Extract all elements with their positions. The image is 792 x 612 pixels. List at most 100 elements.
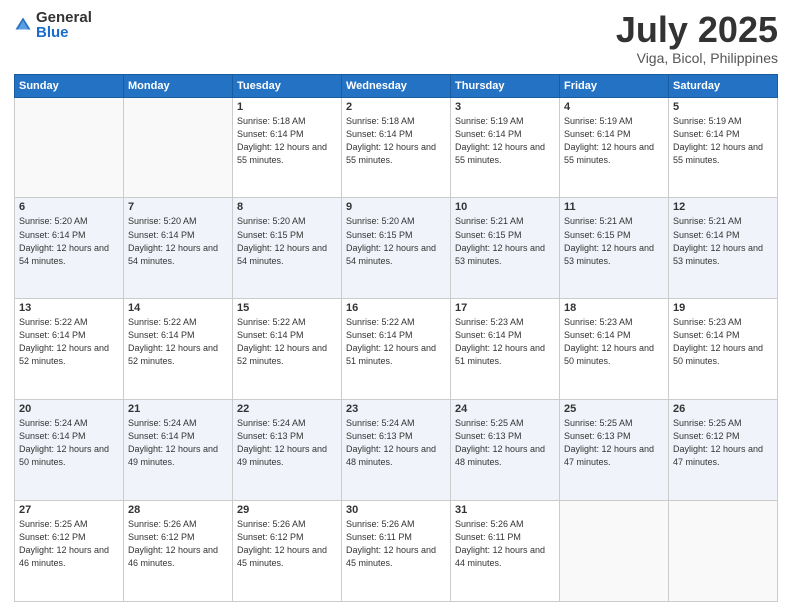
calendar-day-cell: 1Sunrise: 5:18 AM Sunset: 6:14 PM Daylig… <box>233 97 342 198</box>
page: General Blue July 2025 Viga, Bicol, Phil… <box>0 0 792 612</box>
calendar-day-cell <box>669 501 778 602</box>
day-number: 22 <box>237 403 337 415</box>
day-info: Sunrise: 5:19 AM Sunset: 6:14 PM Dayligh… <box>564 115 664 167</box>
day-number: 9 <box>346 201 446 213</box>
day-number: 25 <box>564 403 664 415</box>
calendar-day-cell: 2 Sunrise: 5:18 AM Sunset: 6:14 PM Daylig… <box>342 97 451 198</box>
day-number: 5 <box>673 101 773 113</box>
day-number: 15 <box>237 302 337 314</box>
calendar-day-cell: 23Sunrise: 5:24 AM Sunset: 6:13 PM Dayli… <box>342 400 451 501</box>
weekday-header-monday: Monday <box>124 74 233 97</box>
calendar-day-cell: 28Sunrise: 5:26 AM Sunset: 6:12 PM Dayli… <box>124 501 233 602</box>
weekday-header-thursday: Thursday <box>451 74 560 97</box>
calendar-day-cell: 10 Sunrise: 5:21 AM Sunset: 6:15 PM Dayli… <box>451 198 560 299</box>
day-number: 27 <box>19 504 119 516</box>
day-number: 6 <box>19 201 119 213</box>
day-number: 17 <box>455 302 555 314</box>
day-info: Sunrise: 5:19 AM Sunset: 6:14 PM Dayligh… <box>455 115 555 167</box>
day-info: Sunrise: 5:22 AM Sunset: 6:14 PM Dayligh… <box>19 316 119 368</box>
day-number: 30 <box>346 504 446 516</box>
day-number: 16 <box>346 302 446 314</box>
calendar-day-cell: 3 Sunrise: 5:19 AM Sunset: 6:14 PM Daylig… <box>451 97 560 198</box>
day-number: 23 <box>346 403 446 415</box>
day-info: Sunrise: 5:20 AM Sunset: 6:14 PM Dayligh… <box>128 215 228 267</box>
day-number: 7 <box>128 201 228 213</box>
calendar-day-cell: 31 Sunrise: 5:26 AM Sunset: 6:11 PM Dayli… <box>451 501 560 602</box>
day-info: Sunrise: 5:22 AM Sunset: 6:14 PM Dayligh… <box>237 316 337 368</box>
calendar-day-cell: 30Sunrise: 5:26 AM Sunset: 6:11 PM Dayli… <box>342 501 451 602</box>
calendar-day-cell: 27 Sunrise: 5:25 AM Sunset: 6:12 PM Dayli… <box>15 501 124 602</box>
day-number: 12 <box>673 201 773 213</box>
logo-general: General <box>36 10 92 25</box>
day-info: Sunrise: 5:24 AM Sunset: 6:13 PM Dayligh… <box>237 417 337 469</box>
weekday-header-wednesday: Wednesday <box>342 74 451 97</box>
day-number: 13 <box>19 302 119 314</box>
day-info: Sunrise: 5:23 AM Sunset: 6:14 PM Dayligh… <box>564 316 664 368</box>
calendar-day-cell: 14 Sunrise: 5:22 AM Sunset: 6:14 PM Dayli… <box>124 299 233 400</box>
month-title: July 2025 <box>616 10 778 50</box>
header: General Blue July 2025 Viga, Bicol, Phil… <box>14 10 778 66</box>
weekday-header-sunday: Sunday <box>15 74 124 97</box>
calendar-day-cell: 19 Sunrise: 5:23 AM Sunset: 6:14 PM Dayli… <box>669 299 778 400</box>
day-info: Sunrise: 5:26 AM Sunset: 6:12 PM Dayligh… <box>237 518 337 570</box>
calendar-day-cell: 4 Sunrise: 5:19 AM Sunset: 6:14 PM Daylig… <box>560 97 669 198</box>
logo-icon <box>14 16 32 34</box>
day-info: Sunrise: 5:23 AM Sunset: 6:14 PM Dayligh… <box>673 316 773 368</box>
day-number: 10 <box>455 201 555 213</box>
day-info: Sunrise: 5:18 AM Sunset: 6:14 PM Dayligh… <box>346 115 446 167</box>
day-number: 24 <box>455 403 555 415</box>
day-info: Sunrise: 5:25 AM Sunset: 6:12 PM Dayligh… <box>673 417 773 469</box>
day-number: 26 <box>673 403 773 415</box>
day-info: Sunrise: 5:23 AM Sunset: 6:14 PM Dayligh… <box>455 316 555 368</box>
day-info: Sunrise: 5:26 AM Sunset: 6:11 PM Dayligh… <box>455 518 555 570</box>
calendar-day-cell <box>124 97 233 198</box>
calendar-day-cell: 7 Sunrise: 5:20 AM Sunset: 6:14 PM Daylig… <box>124 198 233 299</box>
calendar-day-cell: 26 Sunrise: 5:25 AM Sunset: 6:12 PM Dayli… <box>669 400 778 501</box>
calendar-day-cell: 6 Sunrise: 5:20 AM Sunset: 6:14 PM Daylig… <box>15 198 124 299</box>
day-number: 14 <box>128 302 228 314</box>
calendar-week-row: 1 Sunrise: 5:18 AM Sunset: 6:14 PM Daylig… <box>15 97 778 198</box>
day-info: Sunrise: 5:21 AM Sunset: 6:15 PM Dayligh… <box>564 215 664 267</box>
day-number: 3 <box>455 101 555 113</box>
title-block: July 2025 Viga, Bicol, Philippines <box>616 10 778 66</box>
logo-text: General Blue <box>36 10 92 40</box>
calendar-day-cell: 22 Sunrise: 5:24 AM Sunset: 6:13 PM Dayli… <box>233 400 342 501</box>
calendar-day-cell: 5 Sunrise: 5:19 AM Sunset: 6:14 PM Daylig… <box>669 97 778 198</box>
day-number: 4 <box>564 101 664 113</box>
calendar-table: SundayMondayTuesdayWednesdayThursdayFrid… <box>14 74 778 602</box>
day-info: Sunrise: 5:25 AM Sunset: 6:13 PM Dayligh… <box>564 417 664 469</box>
day-number: 18 <box>564 302 664 314</box>
day-info: Sunrise: 5:22 AM Sunset: 6:14 PM Dayligh… <box>128 316 228 368</box>
weekday-header-tuesday: Tuesday <box>233 74 342 97</box>
calendar-day-cell: 20Sunrise: 5:24 AM Sunset: 6:14 PM Dayli… <box>15 400 124 501</box>
calendar-day-cell <box>15 97 124 198</box>
day-info: Sunrise: 5:25 AM Sunset: 6:12 PM Dayligh… <box>19 518 119 570</box>
day-info: Sunrise: 5:21 AM Sunset: 6:15 PM Dayligh… <box>455 215 555 267</box>
calendar-week-row: 20 Sunrise: 5:24 AM Sunset: 6:14 PM Dayli… <box>15 400 778 501</box>
calendar-day-cell: 13 Sunrise: 5:22 AM Sunset: 6:14 PM Dayli… <box>15 299 124 400</box>
calendar-day-cell <box>560 501 669 602</box>
day-number: 20 <box>19 403 119 415</box>
day-number: 31 <box>455 504 555 516</box>
calendar-day-cell: 11Sunrise: 5:21 AM Sunset: 6:15 PM Dayli… <box>560 198 669 299</box>
calendar-week-row: 27 Sunrise: 5:25 AM Sunset: 6:12 PM Dayli… <box>15 501 778 602</box>
day-number: 29 <box>237 504 337 516</box>
day-info: Sunrise: 5:20 AM Sunset: 6:15 PM Dayligh… <box>346 215 446 267</box>
day-number: 19 <box>673 302 773 314</box>
day-info: Sunrise: 5:20 AM Sunset: 6:14 PM Dayligh… <box>19 215 119 267</box>
logo-blue: Blue <box>36 25 92 40</box>
day-info: Sunrise: 5:24 AM Sunset: 6:14 PM Dayligh… <box>128 417 228 469</box>
day-info: Sunrise: 5:21 AM Sunset: 6:14 PM Dayligh… <box>673 215 773 267</box>
day-number: 2 <box>346 101 446 113</box>
day-info: Sunrise: 5:20 AM Sunset: 6:15 PM Dayligh… <box>237 215 337 267</box>
day-number: 1 <box>237 101 337 113</box>
calendar-day-cell: 16Sunrise: 5:22 AM Sunset: 6:14 PM Dayli… <box>342 299 451 400</box>
day-info: Sunrise: 5:19 AM Sunset: 6:14 PM Dayligh… <box>673 115 773 167</box>
calendar-day-cell: 18 Sunrise: 5:23 AM Sunset: 6:14 PM Dayli… <box>560 299 669 400</box>
calendar-day-cell: 17 Sunrise: 5:23 AM Sunset: 6:14 PM Dayli… <box>451 299 560 400</box>
weekday-header-friday: Friday <box>560 74 669 97</box>
day-number: 8 <box>237 201 337 213</box>
calendar-week-row: 6 Sunrise: 5:20 AM Sunset: 6:14 PM Daylig… <box>15 198 778 299</box>
logo: General Blue <box>14 10 92 40</box>
calendar-day-cell: 25 Sunrise: 5:25 AM Sunset: 6:13 PM Dayli… <box>560 400 669 501</box>
